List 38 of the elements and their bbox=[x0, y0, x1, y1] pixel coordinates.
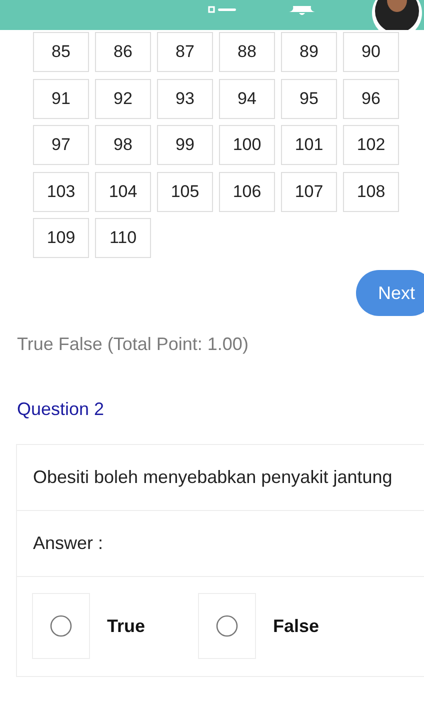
question-number[interactable]: 104 bbox=[95, 172, 151, 212]
question-number[interactable]: 91 bbox=[33, 78, 89, 118]
radio-box[interactable] bbox=[198, 593, 256, 659]
question-number[interactable]: 96 bbox=[343, 78, 399, 118]
question-number[interactable]: 105 bbox=[157, 172, 213, 212]
list-icon[interactable] bbox=[208, 6, 238, 16]
question-title: Question 2 bbox=[17, 399, 106, 420]
question-number[interactable]: 92 bbox=[95, 78, 151, 118]
radio-button[interactable] bbox=[50, 615, 72, 637]
question-number[interactable]: 109 bbox=[33, 218, 89, 258]
question-number[interactable]: 94 bbox=[219, 78, 275, 118]
question-number[interactable]: 99 bbox=[157, 125, 213, 165]
question-number[interactable]: 97 bbox=[33, 125, 89, 165]
answer-label: Answer : bbox=[17, 511, 424, 577]
question-number[interactable]: 87 bbox=[157, 32, 213, 72]
bell-icon[interactable] bbox=[288, 6, 316, 18]
question-number[interactable]: 85 bbox=[33, 32, 89, 72]
question-number[interactable]: 106 bbox=[219, 172, 275, 212]
question-number[interactable]: 101 bbox=[281, 125, 337, 165]
question-number[interactable]: 98 bbox=[95, 125, 151, 165]
question-number[interactable]: 110 bbox=[95, 218, 151, 258]
question-number[interactable]: 88 bbox=[219, 32, 275, 72]
option-label: False bbox=[273, 616, 320, 636]
question-number[interactable]: 102 bbox=[343, 125, 399, 165]
radio-button[interactable] bbox=[216, 615, 238, 637]
section-title: True False (Total Point: 1.00) bbox=[17, 334, 250, 355]
radio-box[interactable] bbox=[32, 593, 90, 659]
option-label: True bbox=[107, 616, 146, 636]
question-number[interactable]: 103 bbox=[33, 172, 89, 212]
question-number[interactable]: 93 bbox=[157, 78, 213, 118]
question-number[interactable]: 108 bbox=[343, 172, 399, 212]
question-number[interactable]: 86 bbox=[95, 32, 151, 72]
question-text: Obesiti boleh menyebabkan penyakit jantung bbox=[17, 445, 424, 511]
question-number[interactable]: 95 bbox=[281, 78, 337, 118]
question-number[interactable]: 107 bbox=[281, 172, 337, 212]
question-number[interactable]: 90 bbox=[343, 32, 399, 72]
question-number[interactable]: 100 bbox=[219, 125, 275, 165]
question-number[interactable]: 89 bbox=[281, 32, 337, 72]
